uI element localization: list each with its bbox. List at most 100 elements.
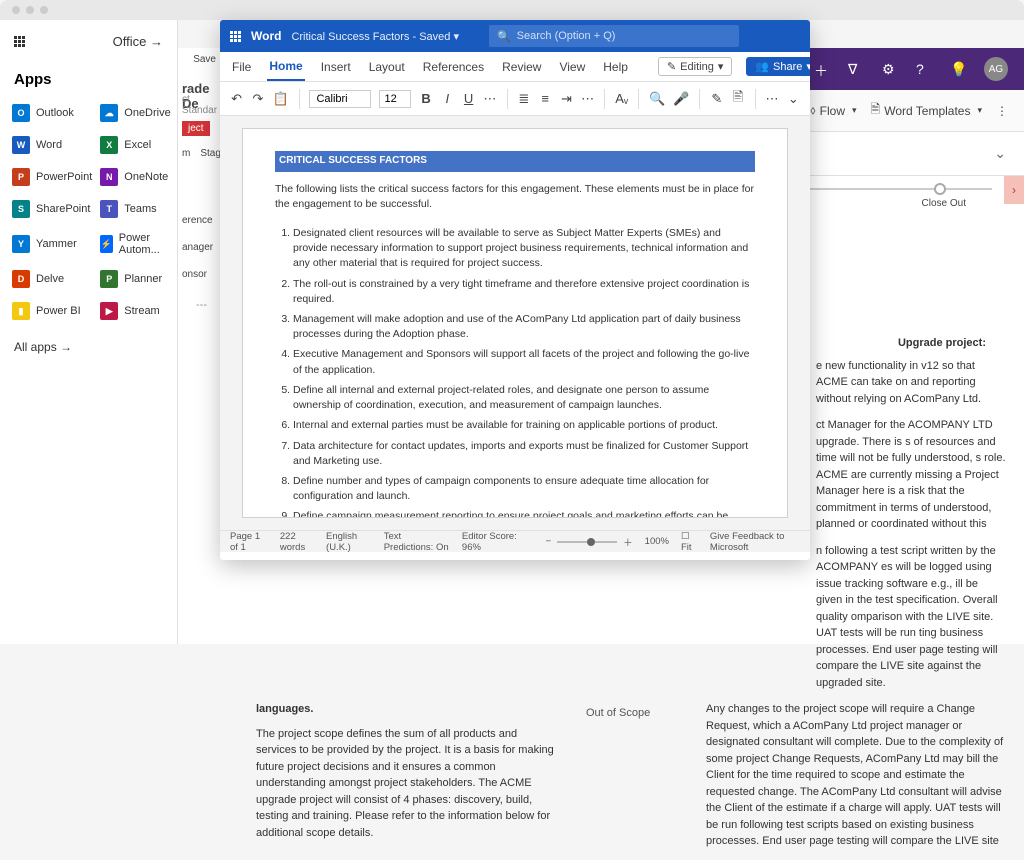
reuse-icon[interactable]: 🖹 <box>731 90 744 108</box>
text-predictions[interactable]: Text Predictions: On <box>384 531 450 553</box>
underline-button[interactable]: U <box>462 90 475 108</box>
tab-references[interactable]: References <box>421 54 486 80</box>
more-icon[interactable]: ⋮ <box>996 104 1008 118</box>
app-item-powerautom[interactable]: ⚡Power Autom... <box>98 226 172 262</box>
app-item-outlook[interactable]: OOutlook <box>10 98 94 128</box>
feedback-link[interactable]: Give Feedback to Microsoft <box>710 531 800 553</box>
app-name: Word <box>251 29 281 43</box>
settings-icon[interactable]: ⚙ <box>882 61 898 77</box>
app-icon: ⚡ <box>100 235 113 253</box>
office-link[interactable]: Office → <box>113 34 163 49</box>
app-item-powerbi[interactable]: ▮Power BI <box>10 296 94 326</box>
list-item: Define campaign measurement reporting to… <box>293 509 755 518</box>
save-fragment[interactable]: Save <box>178 48 220 75</box>
list-item: Data architecture for contact updates, i… <box>293 439 755 469</box>
app-item-delve[interactable]: DDelve <box>10 264 94 294</box>
app-item-powerpoint[interactable]: PPowerPoint <box>10 162 94 192</box>
app-item-excel[interactable]: XExcel <box>98 130 172 160</box>
office-app-launcher: Office → Apps OOutlook☁OneDriveWWordXExc… <box>0 20 178 644</box>
tab-review[interactable]: Review <box>500 54 543 80</box>
app-icon: P <box>12 168 30 186</box>
word-templates-menu[interactable]: 🗎 Word Templates <box>871 100 982 121</box>
browser-chrome <box>0 0 1024 20</box>
language[interactable]: English (U.K.) <box>326 531 372 553</box>
zoom-level[interactable]: 100% <box>645 536 669 547</box>
dictate-icon[interactable]: 🎤 <box>673 90 689 108</box>
waffle-icon[interactable] <box>14 36 25 47</box>
tab-insert[interactable]: Insert <box>319 54 353 80</box>
light-icon[interactable]: 💡 <box>950 61 966 77</box>
user-avatar[interactable]: AG <box>984 57 1008 81</box>
paste-icon[interactable]: 📋 <box>273 90 289 108</box>
app-item-onenote[interactable]: NOneNote <box>98 162 172 192</box>
undo-icon[interactable]: ↶ <box>230 90 243 108</box>
italic-button[interactable]: I <box>441 90 454 108</box>
timeline-next-button[interactable]: › <box>1004 176 1024 204</box>
app-icon: ☁ <box>100 104 118 122</box>
window-dot <box>40 6 48 14</box>
bold-button[interactable]: B <box>419 90 432 108</box>
word-count[interactable]: 222 words <box>280 531 314 553</box>
editor-icon[interactable]: ✎ <box>710 90 723 108</box>
font-size-select[interactable] <box>379 90 411 108</box>
app-item-planner[interactable]: PPlanner <box>98 264 172 294</box>
styles-icon[interactable]: Aᵥ <box>615 90 628 108</box>
app-icon: W <box>12 136 30 154</box>
chevron-down-icon[interactable]: ⌄ <box>994 145 1006 162</box>
app-item-word[interactable]: WWord <box>10 130 94 160</box>
flow-menu[interactable]: ⬨ Flow <box>810 103 856 118</box>
tab-layout[interactable]: Layout <box>367 54 407 80</box>
list-item: Designated client resources will be avai… <box>293 226 755 272</box>
more-ribbon-icon[interactable]: ⋯ <box>765 90 778 108</box>
share-button[interactable]: 👥 Share ▾ <box>746 57 810 76</box>
list-item: The roll-out is constrained by a very ti… <box>293 277 755 307</box>
app-item-teams[interactable]: TTeams <box>98 194 172 224</box>
word-ribbon: ↶ ↷ 📋 B I U ⋯ ≣ ≡ ⇥ ⋯ Aᵥ 🔍 🎤 ✎ 🖹 ⋯ ⌄ <box>220 82 810 116</box>
document-page: CRITICAL SUCCESS FACTORS The following l… <box>242 128 788 518</box>
indent-icon[interactable]: ⇥ <box>560 90 573 108</box>
app-icon: X <box>100 136 118 154</box>
plus-icon[interactable]: ＋ <box>814 61 830 77</box>
word-app-window: Word Critical Success Factors - Saved ▾ … <box>220 20 810 560</box>
app-icon: S <box>12 200 30 218</box>
list-item: Define number and types of campaign comp… <box>293 474 755 504</box>
more-para-icon[interactable]: ⋯ <box>581 90 594 108</box>
filter-icon[interactable]: ∇ <box>848 61 864 77</box>
doc-heading: CRITICAL SUCCESS FACTORS <box>275 151 755 172</box>
document-title[interactable]: Critical Success Factors - Saved ▾ <box>291 30 459 43</box>
ribbon-chevron-icon[interactable]: ⌄ <box>787 90 800 108</box>
app-icon: ▮ <box>12 302 30 320</box>
find-icon[interactable]: 🔍 <box>649 90 665 108</box>
tab-help[interactable]: Help <box>601 54 630 80</box>
app-item-yammer[interactable]: YYammer <box>10 226 94 262</box>
timeline-milestone[interactable] <box>934 183 946 195</box>
editing-mode[interactable]: ✎ Editing ▾ <box>658 57 732 76</box>
numbering-icon[interactable]: ≡ <box>539 90 552 108</box>
app-item-stream[interactable]: ▶Stream <box>98 296 172 326</box>
all-apps-link[interactable]: All apps → <box>0 326 177 368</box>
app-item-onedrive[interactable]: ☁OneDrive <box>98 98 172 128</box>
page-count[interactable]: Page 1 of 1 <box>230 531 268 553</box>
document-canvas[interactable]: CRITICAL SUCCESS FACTORS The following l… <box>220 116 810 530</box>
tab-file[interactable]: File <box>230 54 253 80</box>
tab-home[interactable]: Home <box>267 53 304 81</box>
help-icon[interactable]: ? <box>916 61 932 77</box>
app-item-sharepoint[interactable]: SSharePoint <box>10 194 94 224</box>
font-select[interactable] <box>309 90 371 108</box>
list-item: Management will make adoption and use of… <box>293 312 755 342</box>
search-input[interactable]: 🔍 Search (Option + Q) <box>489 25 739 47</box>
word-titlebar: Word Critical Success Factors - Saved ▾ … <box>220 20 810 52</box>
list-item: Executive Management and Sponsors will s… <box>293 347 755 377</box>
waffle-icon[interactable] <box>230 31 241 42</box>
redo-icon[interactable]: ↷ <box>251 90 264 108</box>
app-icon: P <box>100 270 118 288</box>
editor-score[interactable]: Editor Score: 96% <box>462 531 522 553</box>
app-icon: T <box>100 200 118 218</box>
more-format-icon[interactable]: ⋯ <box>483 90 496 108</box>
app-icon: N <box>100 168 118 186</box>
fit-toggle[interactable]: ☐ Fit <box>681 531 698 553</box>
zoom-slider[interactable]: − ＋ <box>546 535 633 549</box>
app-icon: O <box>12 104 30 122</box>
tab-view[interactable]: View <box>557 54 587 80</box>
bullets-icon[interactable]: ≣ <box>517 90 530 108</box>
